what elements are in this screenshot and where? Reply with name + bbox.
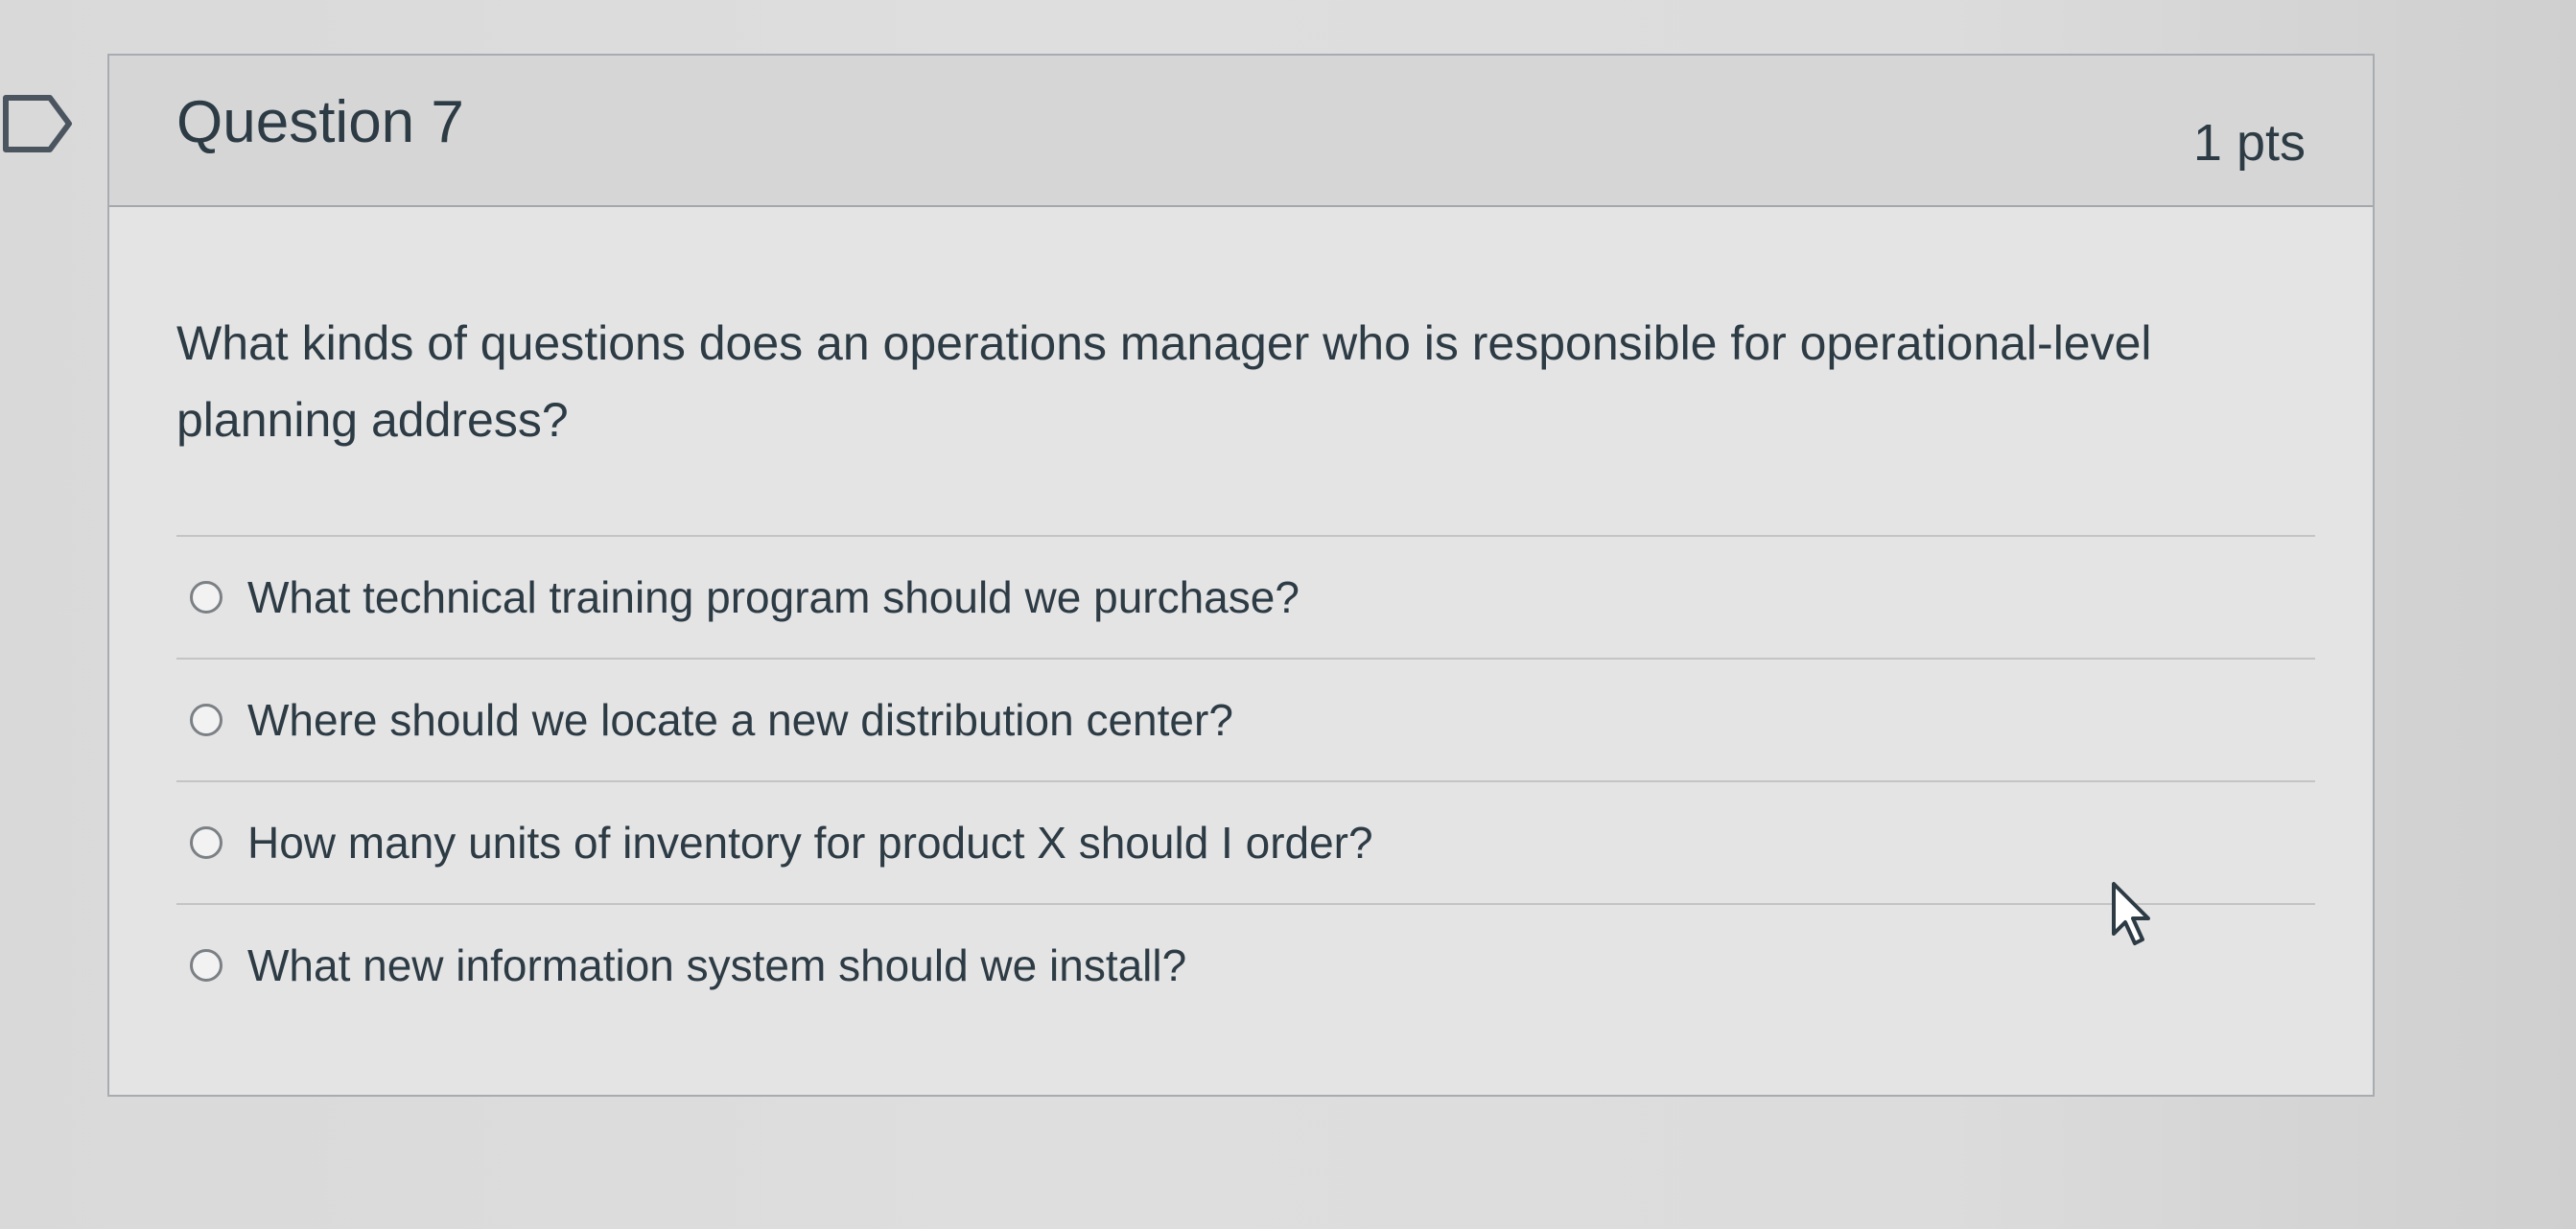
radio-button[interactable] [190, 581, 222, 614]
answer-option[interactable]: What technical training program should w… [176, 535, 2315, 658]
radio-button[interactable] [190, 949, 222, 982]
answer-label[interactable]: What new information system should we in… [247, 939, 1186, 991]
mouse-pointer-icon [2112, 882, 2150, 945]
answer-label[interactable]: How many units of inventory for product … [247, 817, 1373, 869]
answer-option[interactable]: What new information system should we in… [176, 903, 2315, 1026]
answer-label[interactable]: Where should we locate a new distributio… [247, 694, 1233, 746]
question-text: What kinds of questions does an operatio… [176, 316, 2152, 447]
answer-option[interactable]: Where should we locate a new distributio… [176, 658, 2315, 780]
answer-label[interactable]: What technical training program should w… [247, 571, 1300, 623]
question-title: Question 7 [176, 89, 464, 155]
question-header: Question 7 1 pts [109, 56, 2373, 207]
radio-button[interactable] [190, 826, 222, 859]
answer-list: What technical training program should w… [176, 535, 2315, 1026]
radio-button[interactable] [190, 704, 222, 736]
flag-question-icon[interactable] [0, 90, 77, 157]
question-points: 1 pts [2192, 114, 2306, 172]
question-card: Question 7 1 pts What kinds of questions… [107, 54, 2375, 1097]
answer-option[interactable]: How many units of inventory for product … [176, 780, 2315, 903]
